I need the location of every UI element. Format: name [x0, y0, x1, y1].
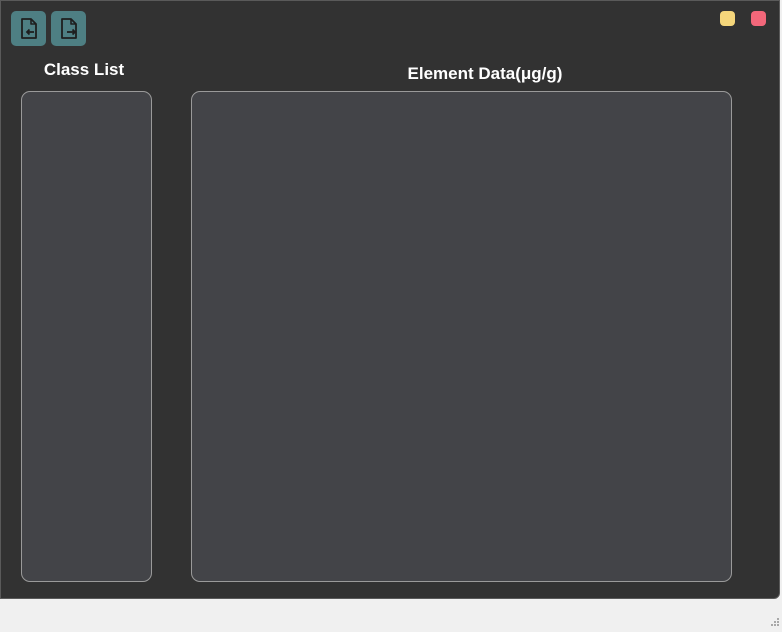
element-data-title: Element Data(μg/g) — [407, 64, 563, 83]
export-button[interactable] — [51, 11, 86, 46]
element-data-table[interactable] — [191, 91, 732, 582]
import-button[interactable] — [11, 11, 46, 46]
close-button[interactable] — [751, 11, 766, 26]
class-list-title: Class List — [43, 60, 125, 79]
main-window: Class List Element Data(μg/g) — [0, 0, 780, 599]
file-export-icon — [58, 17, 80, 41]
file-import-icon — [18, 17, 40, 41]
status-bar — [0, 600, 782, 626]
minimize-button[interactable] — [720, 11, 735, 26]
class-list-panel[interactable] — [21, 91, 152, 582]
resize-grip-icon[interactable] — [770, 614, 780, 626]
